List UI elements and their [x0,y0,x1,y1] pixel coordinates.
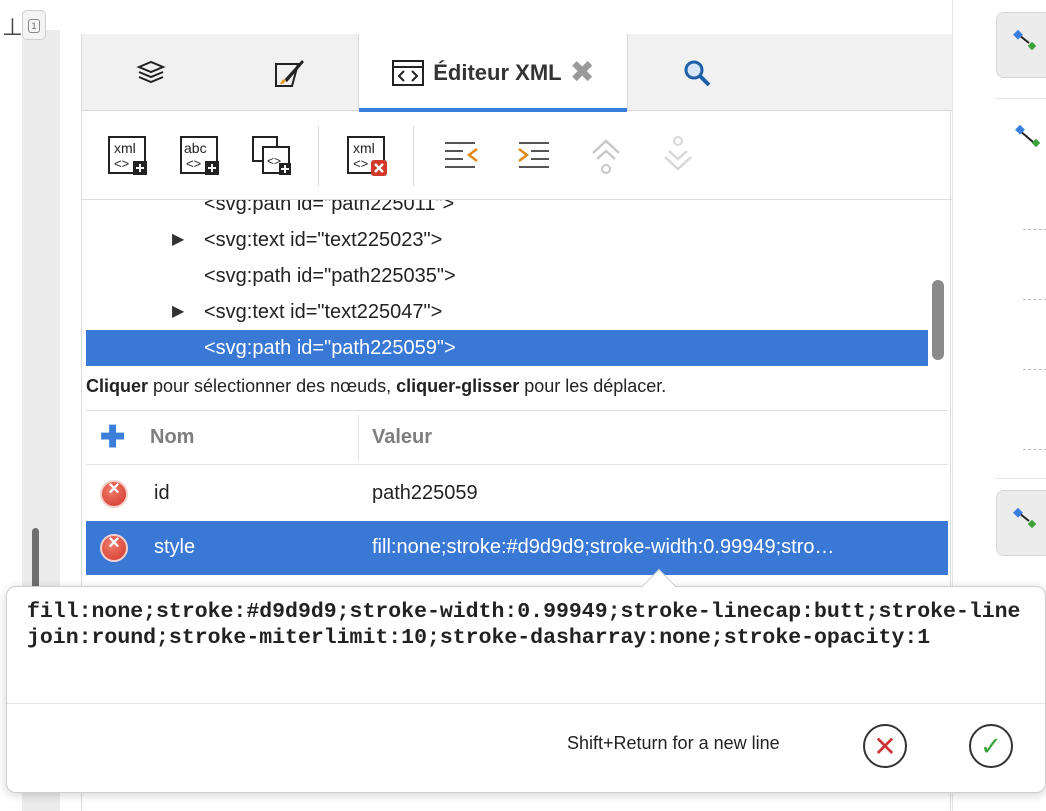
hint-mid: pour sélectionner des nœuds, [148,376,397,396]
tree-node-label: <svg:text id="text225023"> [204,229,443,251]
attribute-name[interactable]: style [154,536,195,559]
duplicate-node-icon: <> [252,135,291,175]
column-header-name: Nom [150,426,195,448]
cancel-button[interactable]: ✕ [863,724,907,768]
tree-node-label: <svg:path id="path225035"> [204,265,456,287]
tree-hint: Cliquer pour sélectionner des nœuds, cli… [86,374,948,398]
add-attribute-icon[interactable]: ✚ [100,423,125,453]
delete-icon-text: xml [353,140,375,156]
expand-arrow-icon[interactable]: ▶ [172,222,184,258]
snap-nodes-icon [1013,507,1037,529]
snap-others-button[interactable] [996,490,1046,556]
page-number: 1 [28,19,40,33]
duplicate-node-button[interactable]: <> [246,130,298,182]
xml-node-tree[interactable]: <svg:path id="path225011"> ▶ <svg:text i… [86,200,948,372]
tree-node-label: <svg:path id="path225011"> [204,200,455,215]
confirm-button[interactable]: ✓ [969,724,1013,768]
new-text-node-button[interactable]: abc <> [174,130,226,182]
snap-button[interactable] [996,12,1046,78]
svg-text:<>: <> [186,156,201,171]
tree-node-selected[interactable]: <svg:path id="path225059"> [86,330,928,366]
newline-hint: Shift+Return for a new line [567,733,780,753]
attribute-value[interactable]: fill:none;stroke:#d9d9d9;stroke-width:0.… [372,536,835,559]
lower-node-button[interactable] [652,130,704,182]
attribute-row-selected[interactable]: style fill:none;stroke:#d9d9d9;stroke-wi… [86,521,948,575]
dock-separator [996,478,1046,479]
column-separator [358,415,359,461]
svg-text:<>: <> [353,156,368,171]
tab-xml-editor[interactable]: Éditeur XML ✖ [358,34,628,112]
new-text-node-icon: abc <> [180,135,219,175]
xml-editor-icon [392,59,425,86]
tree-node[interactable]: ▶ <svg:text id="text225023"> [86,222,928,258]
attribute-value[interactable]: path225059 [372,482,478,505]
tree-scrollbar-thumb[interactable] [932,280,944,360]
svg-text:<>: <> [114,156,129,171]
tree-node[interactable]: <svg:path id="path225011"> [86,200,928,222]
xml-toolbar: xml <> abc <> <> xml <> [82,112,952,200]
checkmark-icon: ✓ [980,730,1002,761]
raise-node-icon [592,138,620,174]
new-element-node-button[interactable]: xml <> [102,130,154,182]
dock-separator [996,98,1046,99]
search-icon [684,60,711,86]
snap-nodes-icon [1013,29,1037,51]
new-element-node-icon: xml <> [108,135,147,175]
raise-node-button[interactable] [580,130,632,182]
snap-option-icon[interactable] [1023,260,1046,300]
dock-tabs: Éditeur XML ✖ [82,34,952,112]
unindent-icon [445,141,478,168]
hint-drag: cliquer-glisser [396,376,520,396]
tab-find[interactable] [628,34,766,111]
ruler-mark: ⊥ [2,14,23,41]
toolbar-separator [413,125,414,186]
new-element-icon-text: xml [114,140,136,156]
tree-node[interactable]: <svg:path id="path225035"> [86,258,928,294]
expand-arrow-icon[interactable]: ▶ [172,294,184,330]
snap-bbox-icon[interactable] [1013,122,1046,162]
indent-icon [518,141,549,168]
toolbar-separator [318,125,319,186]
delete-node-button[interactable]: xml <> [341,130,393,182]
snap-option-icon[interactable] [1023,190,1046,230]
delete-attribute-icon[interactable] [100,478,128,508]
svg-text:<>: <> [267,154,281,168]
lower-node-icon [664,135,692,171]
vertical-scrollbar-thumb[interactable] [32,528,39,590]
unindent-node-button[interactable] [436,130,488,182]
delete-node-icon: xml <> [347,135,387,176]
tree-node-label: <svg:path id="path225059"> [204,337,456,359]
layers-icon [136,60,166,83]
snap-option-icon[interactable] [1023,330,1046,370]
attribute-edit-popup: fill:none;stroke:#d9d9d9;stroke-width:0.… [6,569,1046,793]
tab-fill-stroke[interactable] [220,34,358,111]
paint-brush-icon [275,59,304,87]
attribute-name[interactable]: id [154,482,170,505]
tree-node[interactable]: ▶ <svg:text id="text225047"> [86,294,928,330]
indent-node-button[interactable] [508,130,560,182]
tab-xml-editor-label: Éditeur XML [433,59,562,85]
snap-option-icon[interactable] [1023,400,1046,450]
column-header-value: Valeur [372,426,433,448]
new-text-icon-text: abc [184,140,207,156]
tab-layers[interactable] [82,34,220,111]
attribute-row[interactable]: id path225059 [86,467,948,521]
hint-end: pour les déplacer. [519,376,667,396]
delete-attribute-icon[interactable] [100,532,128,562]
attributes-header: ✚ Nom Valeur [86,411,948,465]
attribute-value-editor[interactable]: fill:none;stroke:#d9d9d9;stroke-width:0.… [27,599,1027,699]
popup-separator [7,703,1045,704]
close-icon[interactable]: ✖ [570,57,595,87]
tree-node-label: <svg:text id="text225047"> [204,301,443,323]
cancel-icon: ✕ [873,730,897,762]
hint-click: Cliquer [86,376,149,396]
page-corner-button[interactable]: 1 [22,10,46,40]
